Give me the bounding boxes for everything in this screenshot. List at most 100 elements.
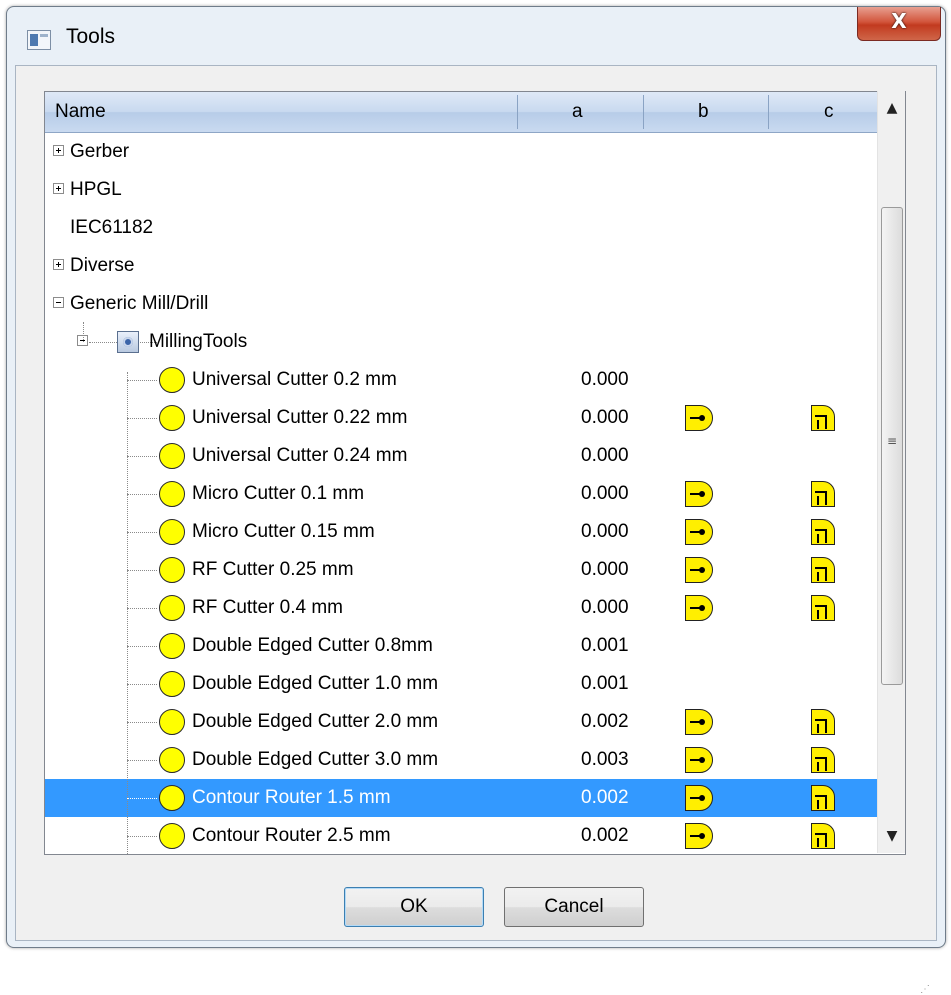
- tool-name: Double Edged Cutter 1.0 mm: [192, 673, 439, 694]
- expand-icon[interactable]: [53, 259, 64, 270]
- tree-node-label: Gerber: [70, 141, 130, 162]
- tool-profile-c-icon: [811, 785, 835, 811]
- title-bar: Tools X: [7, 7, 945, 65]
- tool-profile-b-icon: [685, 405, 713, 431]
- column-separator[interactable]: [643, 95, 644, 129]
- tool-profile-c-icon: [811, 823, 835, 849]
- tool-row[interactable]: Contour Router 1.5 mm 0.002: [45, 779, 905, 817]
- tool-profile-c-icon: [811, 519, 835, 545]
- tool-circle-icon: [159, 443, 185, 469]
- tool-value-a: 0.000: [581, 369, 629, 390]
- tool-circle-icon: [159, 481, 185, 507]
- tool-row[interactable]: RF Cutter 0.4 mm 0.000: [45, 589, 905, 627]
- dialog-client: Name a b c Gerber HPGL IEC61182 Diverse …: [15, 65, 937, 995]
- tool-row[interactable]: Universal Cutter 0.22 mm 0.000: [45, 399, 905, 437]
- tool-circle-icon: [159, 747, 185, 773]
- tool-profile-b-icon: [685, 709, 713, 735]
- grip-icon: ≡: [886, 434, 898, 448]
- tool-row[interactable]: Double Edged Cutter 3.0 mm 0.003: [45, 741, 905, 779]
- tool-profile-c-icon: [811, 709, 835, 735]
- tool-row[interactable]: Micro Cutter 0.15 mm 0.000: [45, 513, 905, 551]
- tool-name: Double Edged Cutter 3.0 mm: [192, 749, 439, 770]
- tree-node-label: Diverse: [70, 255, 135, 276]
- column-header: Name a b c: [45, 92, 905, 133]
- tree-connector: [127, 494, 157, 495]
- tool-row[interactable]: Contour Router 2.5 mm 0.002: [45, 817, 905, 854]
- tree-node-label: IEC61182: [70, 217, 154, 238]
- tool-row[interactable]: Universal Cutter 0.24 mm 0.000: [45, 437, 905, 475]
- cancel-button[interactable]: Cancel: [504, 887, 644, 927]
- expand-icon[interactable]: [53, 183, 64, 194]
- tool-profile-b-icon: [685, 595, 713, 621]
- expand-icon[interactable]: [53, 145, 64, 156]
- tool-circle-icon: [159, 595, 185, 621]
- tool-name: Double Edged Cutter 0.8mm: [192, 635, 433, 656]
- tree-connector: [127, 532, 157, 533]
- tool-name: Universal Cutter 0.24 mm: [192, 445, 408, 466]
- tree-connector: [127, 684, 157, 685]
- tree-node-generic-mill-drill[interactable]: Generic Mill/Drill: [45, 285, 905, 323]
- ok-button[interactable]: OK: [344, 887, 484, 927]
- tool-name: Universal Cutter 0.2 mm: [192, 369, 397, 390]
- scroll-down-icon[interactable]: ▼: [878, 819, 906, 853]
- tree-connector: [127, 760, 157, 761]
- tool-row[interactable]: Micro Cutter 0.1 mm 0.000: [45, 475, 905, 513]
- tool-circle-icon: [159, 709, 185, 735]
- tree-node-label: Generic Mill/Drill: [70, 293, 209, 314]
- vertical-scrollbar[interactable]: ▲ ≡ ▼: [877, 91, 905, 853]
- tool-circle-icon: [159, 367, 185, 393]
- tree-node-gerber[interactable]: Gerber: [45, 133, 905, 171]
- column-header-a[interactable]: a: [572, 92, 583, 132]
- tool-profile-b-icon: [685, 557, 713, 583]
- tree-connector: [127, 722, 157, 723]
- column-separator[interactable]: [768, 95, 769, 129]
- tool-value-a: 0.000: [581, 483, 629, 504]
- tool-circle-icon: [159, 823, 185, 849]
- tool-name: Contour Router 1.5 mm: [192, 787, 391, 808]
- column-header-name[interactable]: Name: [55, 92, 106, 132]
- tool-circle-icon: [159, 785, 185, 811]
- tree-node-iec61182[interactable]: IEC61182: [45, 209, 905, 247]
- tool-profile-c-icon: [811, 405, 835, 431]
- column-header-b[interactable]: b: [698, 92, 709, 132]
- tool-value-a: 0.002: [581, 711, 629, 732]
- resize-grip-icon[interactable]: ⋰: [920, 984, 930, 995]
- tool-name: Micro Cutter 0.1 mm: [192, 483, 365, 504]
- tool-profile-b-icon: [685, 823, 713, 849]
- tool-value-a: 0.000: [581, 559, 629, 580]
- tool-profile-c-icon: [811, 595, 835, 621]
- column-separator[interactable]: [517, 95, 518, 129]
- tool-value-a: 0.003: [581, 749, 629, 770]
- tool-value-a: 0.002: [581, 825, 629, 846]
- tree-connector: [127, 798, 157, 799]
- scrollbar-thumb[interactable]: ≡: [881, 207, 903, 685]
- tool-row[interactable]: Double Edged Cutter 0.8mm 0.001: [45, 627, 905, 665]
- tree-node-label: MillingTools: [149, 331, 248, 352]
- column-header-c[interactable]: c: [824, 92, 834, 132]
- tool-value-a: 0.001: [581, 635, 629, 656]
- tool-profile-b-icon: [685, 747, 713, 773]
- close-button[interactable]: X: [857, 7, 941, 41]
- tool-row[interactable]: Universal Cutter 0.2 mm 0.000: [45, 361, 905, 399]
- tool-value-a: 0.000: [581, 597, 629, 618]
- tool-name: Universal Cutter 0.22 mm: [192, 407, 408, 428]
- window-icon: [27, 30, 51, 50]
- tree-node-label: HPGL: [70, 179, 122, 200]
- milling-tools-icon: [117, 331, 139, 353]
- close-icon: X: [891, 9, 907, 33]
- tool-profile-b-icon: [685, 785, 713, 811]
- tool-value-a: 0.001: [581, 673, 629, 694]
- tool-row[interactable]: Double Edged Cutter 1.0 mm 0.001: [45, 665, 905, 703]
- collapse-icon[interactable]: [53, 297, 64, 308]
- tool-name: Micro Cutter 0.15 mm: [192, 521, 375, 542]
- tree-node-diverse[interactable]: Diverse: [45, 247, 905, 285]
- scroll-up-icon[interactable]: ▲: [878, 91, 906, 125]
- tool-row[interactable]: RF Cutter 0.25 mm 0.000: [45, 551, 905, 589]
- tool-value-a: 0.002: [581, 787, 629, 808]
- tree-node-hpgl[interactable]: HPGL: [45, 171, 905, 209]
- tool-row[interactable]: Double Edged Cutter 2.0 mm 0.002: [45, 703, 905, 741]
- tree-node-milling-tools[interactable]: MillingTools: [45, 323, 905, 361]
- tools-tree: Name a b c Gerber HPGL IEC61182 Diverse …: [44, 91, 906, 855]
- tool-circle-icon: [159, 557, 185, 583]
- tool-value-a: 0.000: [581, 445, 629, 466]
